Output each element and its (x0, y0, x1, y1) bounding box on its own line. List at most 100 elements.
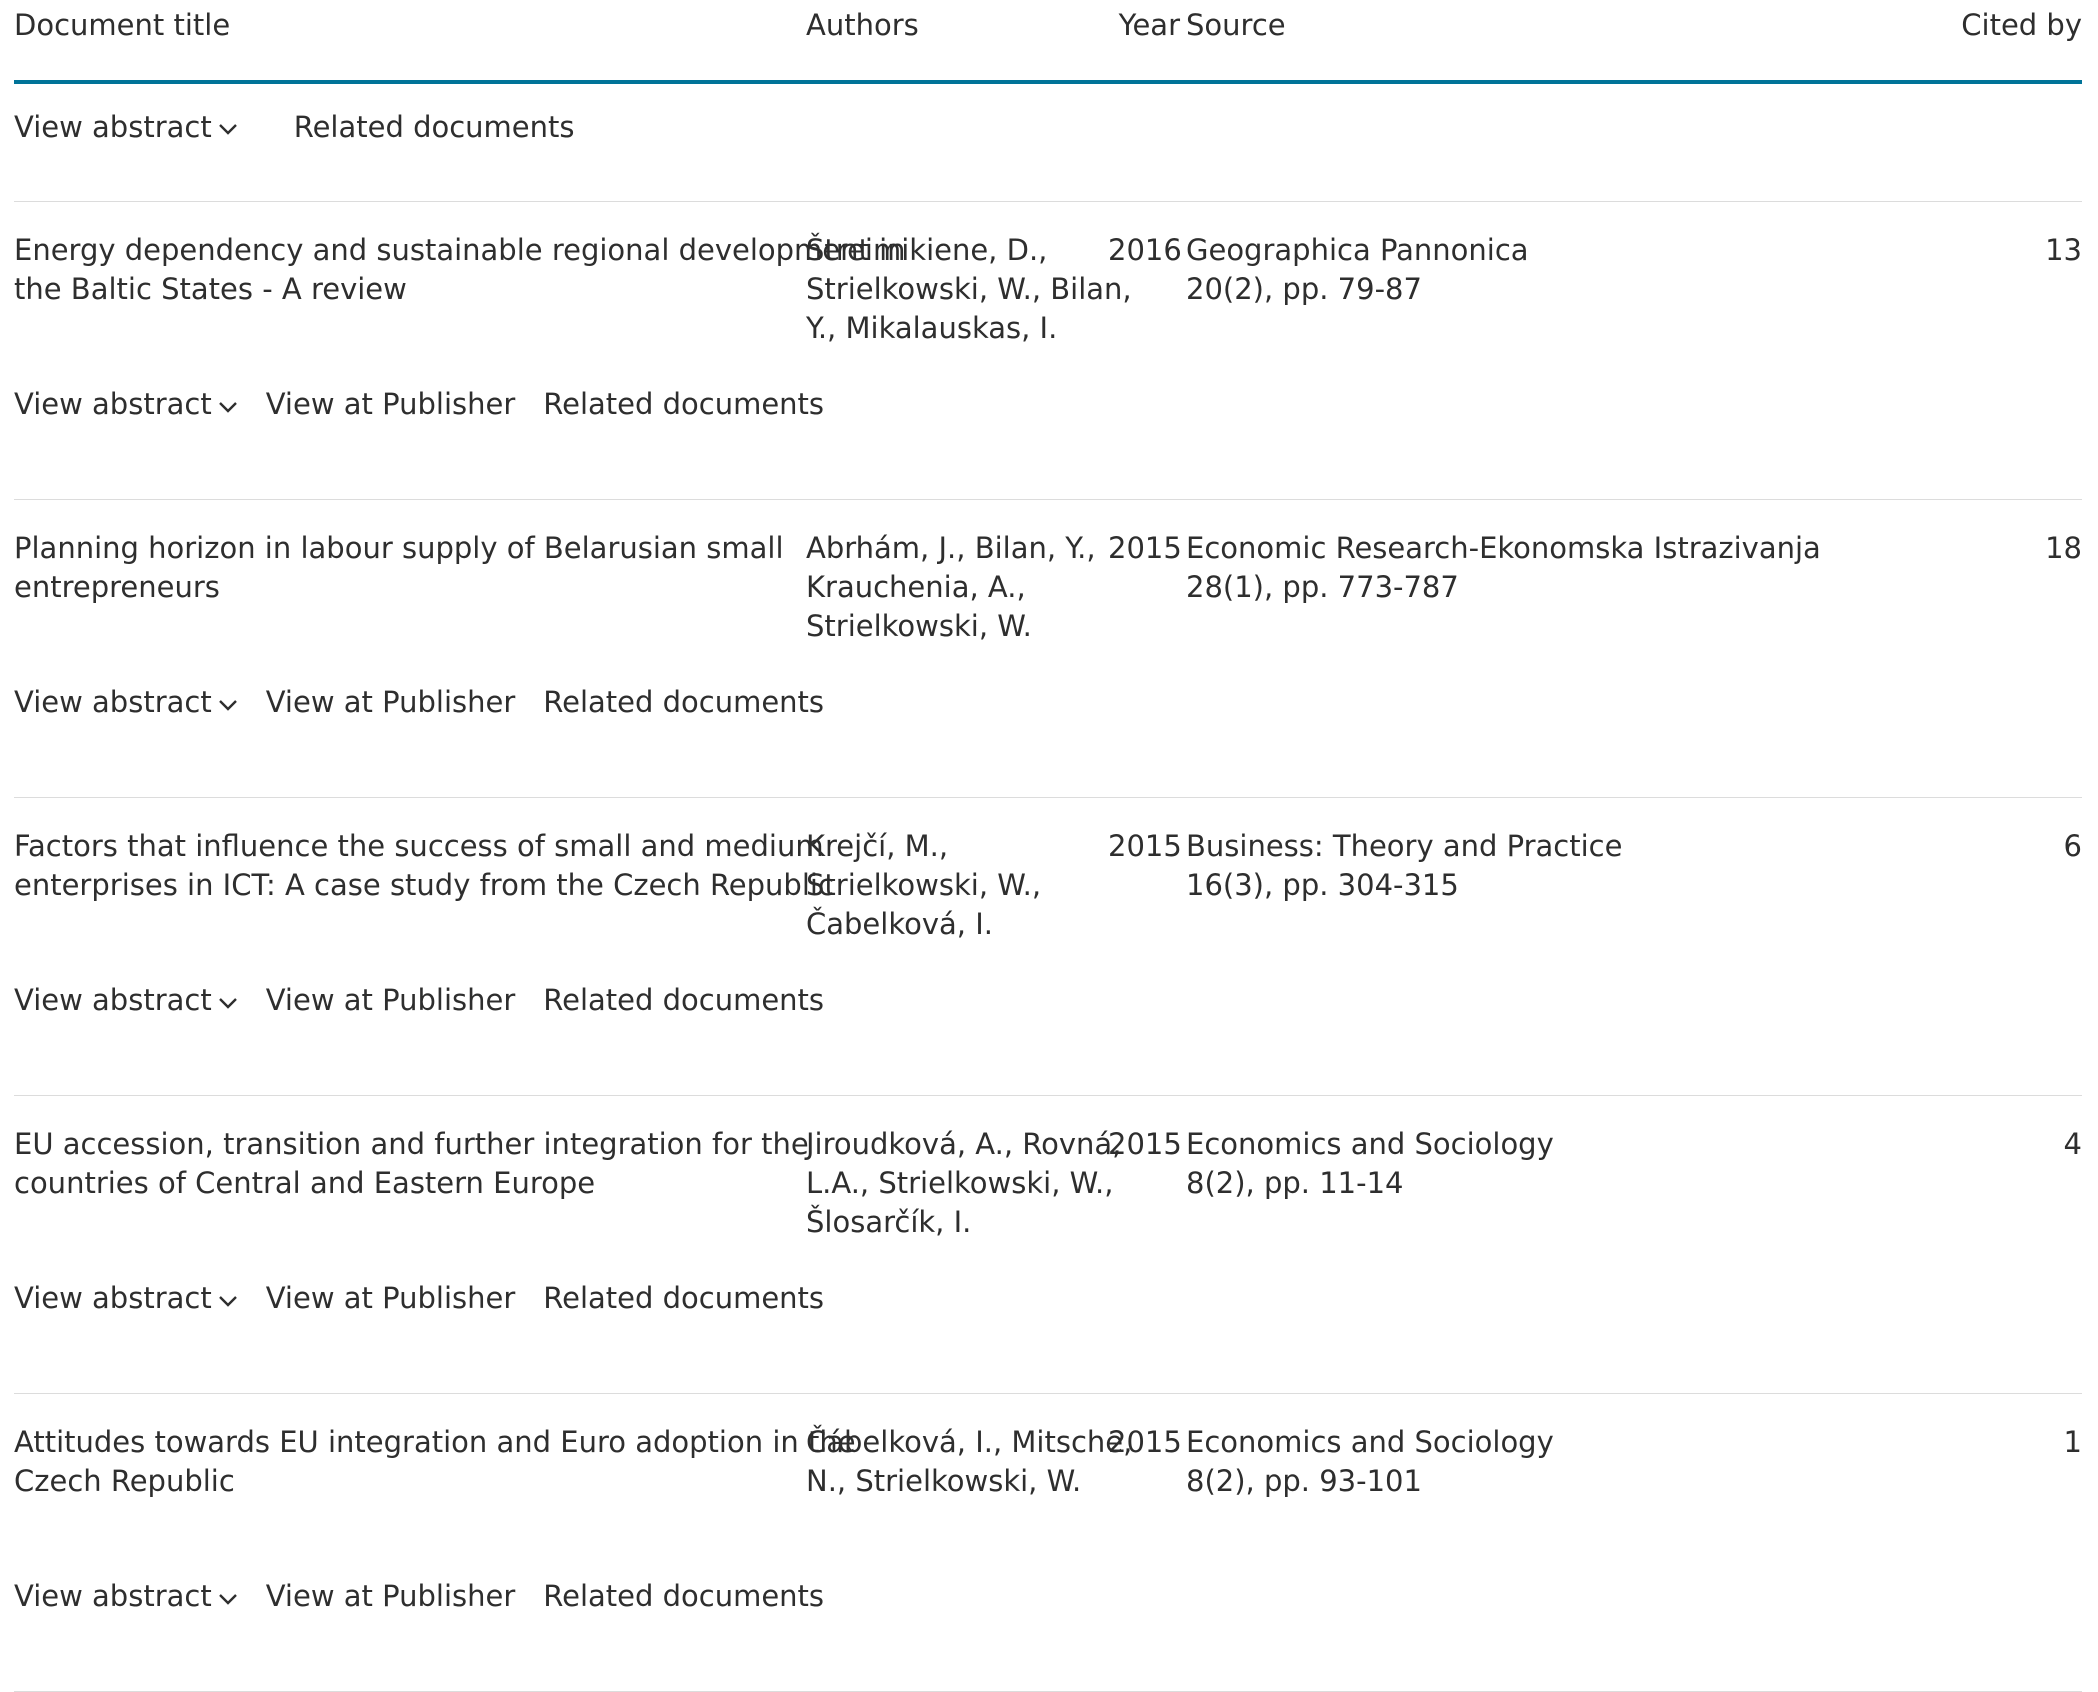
authors-line: Čabelková, I. (806, 907, 993, 941)
view-abstract-link[interactable]: View abstract (14, 683, 238, 722)
view-abstract-label: View abstract (14, 387, 212, 421)
related-documents-link[interactable]: Related documents (543, 1577, 824, 1616)
document-title-link[interactable]: Attitudes towards EU integration and Eur… (14, 1423, 856, 1501)
column-header-year[interactable]: Year (1112, 6, 1180, 45)
related-documents-link[interactable]: Related documents (543, 683, 824, 722)
source-name-link[interactable]: Economics and Sociology (1186, 1125, 1906, 1164)
view-abstract-link[interactable]: View abstract (14, 1577, 238, 1616)
chevron-down-icon (218, 698, 238, 712)
authors-line: L.A., Strielkowski, W., (806, 1166, 1114, 1200)
row-actions: View abstract View at Publisher Related … (14, 683, 824, 722)
view-at-publisher-link[interactable]: View at Publisher (266, 385, 516, 424)
document-title-link[interactable]: Factors that influence the success of sm… (14, 827, 834, 905)
column-header-title[interactable]: Document title (14, 6, 804, 45)
view-at-publisher-link[interactable]: View at Publisher (266, 1279, 516, 1318)
document-title-line: Czech Republic (14, 1464, 235, 1498)
related-documents-link[interactable]: Related documents (543, 385, 824, 424)
view-abstract-label: View abstract (14, 685, 212, 719)
publication-year: 2016 (1108, 233, 1182, 267)
column-header-cited-by[interactable]: Cited by (1922, 6, 2082, 45)
authors-line: Štreimikiene, D., (806, 233, 1048, 267)
related-documents-link[interactable]: Related documents (543, 1279, 824, 1318)
view-abstract-label: View abstract (14, 1579, 212, 1613)
chevron-down-icon (218, 1294, 238, 1308)
authors-line: N., Strielkowski, W. (806, 1464, 1082, 1498)
document-title-link[interactable]: EU accession, transition and further int… (14, 1125, 809, 1203)
authors-list[interactable]: Abrhám, J., Bilan, Y., Krauchenia, A., S… (806, 529, 1106, 646)
source: Business: Theory and Practice 16(3), pp.… (1186, 827, 1906, 905)
chevron-down-icon (218, 996, 238, 1010)
cited-by-count[interactable]: 6 (1922, 827, 2082, 866)
cited-by-count[interactable]: 18 (1922, 529, 2082, 568)
view-at-publisher-link[interactable]: View at Publisher (266, 981, 516, 1020)
authors-line: Krejčí, M., (806, 829, 949, 863)
authors-list[interactable]: Čábelková, I., Mitsche, N., Strielkowski… (806, 1423, 1133, 1501)
authors-line: Čábelková, I., Mitsche, (806, 1425, 1133, 1459)
source-name-link[interactable]: Business: Theory and Practice (1186, 827, 1906, 866)
table-row: Planning horizon in labour supply of Bel… (14, 500, 2082, 798)
chevron-down-icon (218, 400, 238, 414)
view-abstract-label: View abstract (14, 983, 212, 1017)
table-row: EU accession, transition and further int… (14, 1096, 2082, 1394)
source-detail: 8(2), pp. 11-14 (1186, 1166, 1404, 1200)
source-name-link[interactable]: Geographica Pannonica (1186, 231, 1906, 270)
source-detail: 16(3), pp. 304-315 (1186, 868, 1459, 902)
authors-line: Strielkowski, W., Bilan, (806, 272, 1132, 306)
document-title-line: the Baltic States - A review (14, 272, 407, 306)
publication-year: 2015 (1108, 829, 1182, 863)
table-row: Factors that influence the success of sm… (14, 798, 2082, 1096)
authors-list[interactable]: Jiroudková, A., Rovná, L.A., Strielkowsk… (806, 1125, 1122, 1242)
table-row: Energy dependency and sustainable region… (14, 202, 2082, 500)
column-header-source[interactable]: Source (1186, 6, 1906, 45)
row-actions: View abstract View at Publisher Related … (14, 1279, 824, 1318)
document-title-line: Attitudes towards EU integration and Eur… (14, 1425, 856, 1459)
cited-by-count[interactable]: 1 (1922, 1423, 2082, 1462)
authors-line: Strielkowski, W. (806, 609, 1032, 643)
publication-year: 2015 (1108, 1425, 1182, 1459)
document-title-link[interactable]: Planning horizon in labour supply of Bel… (14, 529, 804, 607)
view-abstract-label: View abstract (14, 1281, 212, 1315)
source-detail: 20(2), pp. 79-87 (1186, 272, 1422, 306)
document-title-link[interactable]: Energy dependency and sustainable region… (14, 231, 906, 309)
publication-year: 2015 (1108, 531, 1182, 565)
authors-line: Strielkowski, W., (806, 868, 1042, 902)
source-detail: 8(2), pp. 93-101 (1186, 1464, 1422, 1498)
source: Economics and Sociology 8(2), pp. 11-14 (1186, 1125, 1906, 1203)
authors-line: Jiroudková, A., Rovná, (806, 1127, 1122, 1161)
view-abstract-link[interactable]: View abstract (14, 981, 238, 1020)
document-title-line: EU accession, transition and further int… (14, 1127, 809, 1161)
previous-row-actions: View abstract Related documents (14, 107, 575, 147)
row-actions: View abstract View at Publisher Related … (14, 981, 824, 1020)
source-detail: 28(1), pp. 773-787 (1186, 570, 1459, 604)
source-name-link[interactable]: Economic Research-Ekonomska Istrazivanja (1186, 529, 1906, 568)
row-actions: View abstract View at Publisher Related … (14, 385, 824, 424)
authors-line: Krauchenia, A., (806, 570, 1026, 604)
authors-line: Y., Mikalauskas, I. (806, 311, 1058, 345)
source: Economic Research-Ekonomska Istrazivanja… (1186, 529, 1906, 607)
publication-year: 2015 (1108, 1127, 1182, 1161)
document-title-line: entrepreneurs (14, 570, 220, 604)
source: Geographica Pannonica 20(2), pp. 79-87 (1186, 231, 1906, 309)
authors-list[interactable]: Krejčí, M., Strielkowski, W., Čabelková,… (806, 827, 1106, 944)
authors-line: Šlosarčík, I. (806, 1205, 972, 1239)
view-abstract-link[interactable]: View abstract (14, 108, 238, 147)
column-header-authors[interactable]: Authors (806, 6, 1106, 45)
chevron-down-icon (218, 122, 238, 136)
source-name-link[interactable]: Economics and Sociology (1186, 1423, 1906, 1462)
cited-by-count[interactable]: 4 (1922, 1125, 2082, 1164)
view-abstract-link[interactable]: View abstract (14, 385, 238, 424)
view-abstract-label: View abstract (14, 109, 212, 144)
related-documents-link[interactable]: Related documents (294, 108, 575, 147)
view-abstract-link[interactable]: View abstract (14, 1279, 238, 1318)
document-title-line: Energy dependency and sustainable region… (14, 233, 906, 267)
authors-line: Abrhám, J., Bilan, Y., (806, 531, 1096, 565)
related-documents-link[interactable]: Related documents (543, 981, 824, 1020)
results-table-header: Document title Authors Year Source Cited… (14, 0, 2082, 84)
document-title-line: Planning horizon in labour supply of Bel… (14, 531, 784, 565)
view-at-publisher-link[interactable]: View at Publisher (266, 683, 516, 722)
view-at-publisher-link[interactable]: View at Publisher (266, 1577, 516, 1616)
cited-by-count[interactable]: 13 (1922, 231, 2082, 270)
document-title-line: Factors that influence the success of sm… (14, 829, 824, 863)
authors-list[interactable]: Štreimikiene, D., Strielkowski, W., Bila… (806, 231, 1132, 348)
document-title-line: countries of Central and Eastern Europe (14, 1166, 596, 1200)
